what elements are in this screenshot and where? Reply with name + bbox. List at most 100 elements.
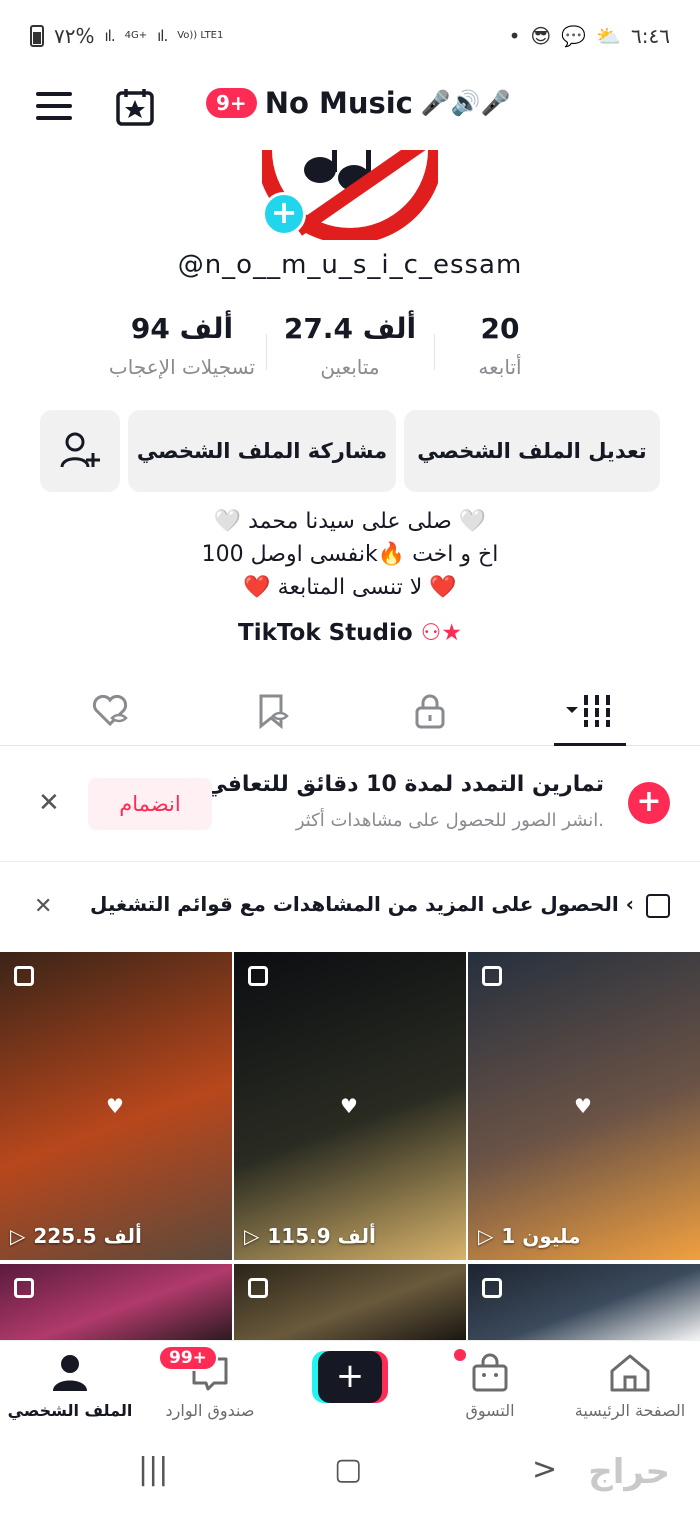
video-thumbnail[interactable] bbox=[468, 1264, 700, 1340]
shop-notification-dot bbox=[454, 1349, 466, 1361]
title-emojis: 🎤🔊🎤 bbox=[420, 89, 511, 117]
tab-videos[interactable] bbox=[540, 686, 640, 736]
view-count: ▷ 225.5 ألف bbox=[10, 1224, 142, 1248]
nav-shop-label: التسوق bbox=[465, 1401, 515, 1420]
likes-label: تسجيلات الإعجاب bbox=[108, 355, 256, 379]
profile-bio: 🤍 صلى على سيدنا محمد 🤍 نفسى اوصل 100k🔥 ا… bbox=[0, 505, 700, 604]
play-icon: ▷ bbox=[10, 1224, 26, 1248]
grid-icon bbox=[566, 695, 610, 727]
close-icon[interactable]: ✕ bbox=[38, 788, 60, 818]
followers-count: 27.4 ألف bbox=[283, 312, 417, 345]
edit-profile-button[interactable]: تعديل الملف الشخصي bbox=[404, 410, 660, 492]
nav-home[interactable]: الصفحة الرئيسية bbox=[560, 1351, 700, 1420]
view-count: ▷ 1 مليون bbox=[478, 1224, 581, 1248]
status-bar: ٧٢% ıl. 4G+ ıl. Vo)) LTE1 • 😎 💬 ⛅ ٦:٤٦ bbox=[0, 0, 700, 75]
profile-actions: تعديل الملف الشخصي مشاركة الملف الشخصي bbox=[40, 410, 660, 492]
video-thumbnail[interactable] bbox=[0, 1264, 232, 1340]
dot-icon: • bbox=[508, 24, 521, 48]
join-button[interactable]: انضمام bbox=[88, 778, 212, 830]
lock-icon bbox=[415, 694, 445, 729]
bottom-navigation: الصفحة الرئيسية التسوق + صندوق الوارد 99… bbox=[0, 1340, 700, 1432]
recent-apps-button[interactable]: ||| bbox=[138, 1452, 168, 1487]
view-count: ▷ 115.9 ألف bbox=[244, 1224, 376, 1248]
heart-icon: ♥ bbox=[106, 1094, 124, 1118]
signal-icon-2: ıl. bbox=[157, 27, 168, 45]
add-story-button[interactable]: + bbox=[262, 192, 306, 236]
followers-stat[interactable]: 27.4 ألف متابعين bbox=[260, 312, 440, 379]
add-post-icon: + bbox=[628, 782, 670, 824]
likes-count: 94 ألف bbox=[130, 312, 234, 345]
heart-icon: ♥ bbox=[574, 1094, 592, 1118]
top-navigation: 9+ No Music 🎤🔊🎤 bbox=[0, 78, 700, 138]
pinned-icon bbox=[482, 1278, 502, 1298]
tab-private[interactable] bbox=[380, 686, 480, 736]
creator-star-icon: ⚇★ bbox=[420, 620, 462, 646]
add-friend-button[interactable] bbox=[40, 410, 120, 492]
nav-profile[interactable]: الملف الشخصي bbox=[0, 1351, 140, 1420]
playlist-prompt-text: الحصول على المزيد من المشاهدات مع قوائم … bbox=[90, 892, 634, 916]
heart-icon: ♥ bbox=[340, 1094, 358, 1118]
followers-label: متابعين bbox=[320, 355, 380, 379]
view-count-label: 1 مليون bbox=[501, 1224, 581, 1248]
account-title: No Music bbox=[264, 86, 413, 120]
network-type: 4G+ bbox=[124, 30, 148, 41]
likes-stat[interactable]: 94 ألف تسجيلات الإعجاب bbox=[92, 312, 272, 379]
close-icon[interactable]: ✕ bbox=[34, 894, 52, 919]
create-button[interactable]: + bbox=[312, 1351, 388, 1403]
bookmark-hidden-icon bbox=[259, 694, 289, 730]
battery-icon bbox=[30, 25, 44, 47]
weather-icon: ⛅ bbox=[596, 24, 622, 48]
system-navigation: ||| ▢ > حراج bbox=[0, 1432, 700, 1517]
playlist-prompt[interactable]: الحصول على المزيد من المشاهدات مع قوائم … bbox=[0, 870, 700, 946]
heart-hidden-icon bbox=[92, 694, 128, 727]
nav-inbox-label: صندوق الوارد bbox=[165, 1401, 255, 1420]
content-tabs bbox=[0, 680, 700, 746]
home-icon bbox=[610, 1354, 650, 1392]
tab-liked[interactable] bbox=[60, 686, 160, 736]
status-right: • 😎 💬 ⛅ ٦:٤٦ bbox=[509, 24, 670, 48]
status-left: ٧٢% ıl. 4G+ ıl. Vo)) LTE1 bbox=[30, 24, 223, 48]
pinned-icon bbox=[248, 1278, 268, 1298]
nav-shop[interactable]: التسوق bbox=[420, 1351, 560, 1420]
play-icon: ▷ bbox=[478, 1224, 494, 1248]
inbox-badge: 99+ bbox=[158, 1345, 218, 1371]
play-icon: ▷ bbox=[244, 1224, 260, 1248]
tab-favorites[interactable] bbox=[222, 686, 322, 736]
share-profile-button[interactable]: مشاركة الملف الشخصي bbox=[128, 410, 396, 492]
menu-icon[interactable] bbox=[36, 92, 72, 120]
battery-percent: ٧٢% bbox=[54, 24, 95, 48]
tiktok-studio-link[interactable]: TikTok Studio ⚇★ bbox=[0, 620, 700, 646]
nav-home-label: الصفحة الرئيسية bbox=[574, 1401, 686, 1420]
challenge-subtitle: انشر الصور للحصول على مشاهدات أكثر. bbox=[295, 810, 604, 831]
back-button[interactable]: > bbox=[532, 1452, 557, 1487]
account-switcher[interactable]: 9+ No Music 🎤🔊🎤 bbox=[206, 86, 511, 120]
bio-line: 🤍 صلى على سيدنا محمد 🤍 bbox=[213, 509, 487, 534]
username: @n_o__m_u_s_i_c_essam bbox=[177, 250, 523, 280]
challenge-title: تمارين التمدد لمدة 10 دقائق للتعافي bbox=[205, 772, 604, 797]
app-notification-icon: 😎 bbox=[530, 24, 552, 48]
video-grid: ♥ ▷ 225.5 ألف ♥ ▷ 115.9 ألف ♥ ▷ 1 مليون bbox=[0, 952, 700, 1342]
clock: ٦:٤٦ bbox=[631, 24, 670, 48]
playlist-icon bbox=[646, 894, 670, 918]
bio-line: نفسى اوصل 100k🔥 اخ و اخت bbox=[201, 542, 499, 567]
challenge-banner[interactable]: + تمارين التمدد لمدة 10 دقائق للتعافي ان… bbox=[0, 746, 700, 862]
shopping-bag-icon bbox=[472, 1353, 508, 1392]
add-user-icon bbox=[60, 432, 100, 468]
view-count-label: 115.9 ألف bbox=[267, 1224, 376, 1248]
video-thumbnail[interactable]: ♥ ▷ 115.9 ألف bbox=[234, 952, 466, 1260]
studio-label: TikTok Studio bbox=[238, 620, 413, 646]
video-thumbnail[interactable]: ♥ ▷ 1 مليون bbox=[468, 952, 700, 1260]
pinned-icon bbox=[14, 966, 34, 986]
view-count-label: 225.5 ألف bbox=[33, 1224, 142, 1248]
pinned-icon bbox=[482, 966, 502, 986]
profile-icon bbox=[53, 1355, 87, 1391]
chat-icon: 💬 bbox=[561, 24, 587, 48]
video-thumbnail[interactable]: ♥ ▷ 225.5 ألف bbox=[0, 952, 232, 1260]
home-button[interactable]: ▢ bbox=[334, 1452, 362, 1487]
profile-stats: 20 أتابعه 27.4 ألف متابعين 94 ألف تسجيلا… bbox=[0, 312, 700, 392]
calendar-star-icon[interactable] bbox=[114, 86, 156, 128]
plus-icon: + bbox=[318, 1351, 382, 1403]
pinned-icon bbox=[14, 1278, 34, 1298]
video-thumbnail[interactable] bbox=[234, 1264, 466, 1340]
nav-profile-label: الملف الشخصي bbox=[7, 1401, 133, 1420]
